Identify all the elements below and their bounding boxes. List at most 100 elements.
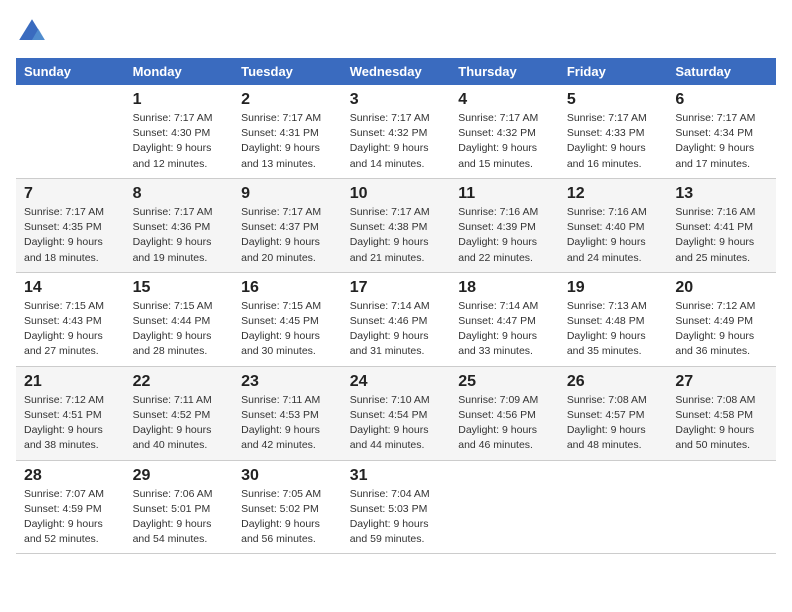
day-number: 18 [458, 279, 551, 297]
week-row-0: 1Sunrise: 7:17 AM Sunset: 4:30 PM Daylig… [16, 85, 776, 178]
day-number: 30 [241, 467, 334, 485]
day-info: Sunrise: 7:17 AM Sunset: 4:38 PM Dayligh… [350, 205, 443, 266]
day-info: Sunrise: 7:17 AM Sunset: 4:36 PM Dayligh… [133, 205, 226, 266]
day-cell: 27 Sunrise: 7:08 AM Sunset: 4:58 PM Dayli… [667, 366, 776, 460]
day-number: 20 [675, 279, 768, 297]
day-number: 21 [24, 373, 117, 391]
day-cell: 23 Sunrise: 7:11 AM Sunset: 4:53 PM Dayli… [233, 366, 342, 460]
day-number: 26 [567, 373, 660, 391]
day-info: Sunrise: 7:15 AM Sunset: 4:43 PM Dayligh… [24, 299, 117, 360]
day-cell: 17 Sunrise: 7:14 AM Sunset: 4:46 PM Dayli… [342, 272, 451, 366]
day-info: Sunrise: 7:05 AM Sunset: 5:02 PM Dayligh… [241, 487, 334, 548]
day-cell [16, 85, 125, 178]
day-cell [450, 460, 559, 554]
day-info: Sunrise: 7:15 AM Sunset: 4:45 PM Dayligh… [241, 299, 334, 360]
day-info: Sunrise: 7:11 AM Sunset: 4:53 PM Dayligh… [241, 393, 334, 454]
day-info: Sunrise: 7:10 AM Sunset: 4:54 PM Dayligh… [350, 393, 443, 454]
day-cell: 24Sunrise: 7:10 AM Sunset: 4:54 PM Dayli… [342, 366, 451, 460]
header-wednesday: Wednesday [342, 58, 451, 85]
day-number: 5 [567, 91, 660, 109]
day-cell: 28 Sunrise: 7:07 AM Sunset: 4:59 PM Dayli… [16, 460, 125, 554]
day-number: 15 [133, 279, 226, 297]
calendar-table: SundayMondayTuesdayWednesdayThursdayFrid… [16, 58, 776, 554]
day-number: 3 [350, 91, 443, 109]
day-cell [667, 460, 776, 554]
day-info: Sunrise: 7:17 AM Sunset: 4:33 PM Dayligh… [567, 111, 660, 172]
day-info: Sunrise: 7:15 AM Sunset: 4:44 PM Dayligh… [133, 299, 226, 360]
day-info: Sunrise: 7:16 AM Sunset: 4:39 PM Dayligh… [458, 205, 551, 266]
day-cell: 5 Sunrise: 7:17 AM Sunset: 4:33 PM Daylig… [559, 85, 668, 178]
day-cell: 3 Sunrise: 7:17 AM Sunset: 4:32 PM Daylig… [342, 85, 451, 178]
day-cell: 12 Sunrise: 7:16 AM Sunset: 4:40 PM Dayli… [559, 178, 668, 272]
day-info: Sunrise: 7:17 AM Sunset: 4:32 PM Dayligh… [458, 111, 551, 172]
day-cell: 22Sunrise: 7:11 AM Sunset: 4:52 PM Dayli… [125, 366, 234, 460]
day-cell: 14Sunrise: 7:15 AM Sunset: 4:43 PM Dayli… [16, 272, 125, 366]
day-number: 31 [350, 467, 443, 485]
day-cell: 29 Sunrise: 7:06 AM Sunset: 5:01 PM Dayli… [125, 460, 234, 554]
day-info: Sunrise: 7:08 AM Sunset: 4:57 PM Dayligh… [567, 393, 660, 454]
day-info: Sunrise: 7:09 AM Sunset: 4:56 PM Dayligh… [458, 393, 551, 454]
day-cell: 25 Sunrise: 7:09 AM Sunset: 4:56 PM Dayli… [450, 366, 559, 460]
day-number: 27 [675, 373, 768, 391]
day-number: 10 [350, 185, 443, 203]
day-cell: 13 Sunrise: 7:16 AM Sunset: 4:41 PM Dayli… [667, 178, 776, 272]
day-number: 13 [675, 185, 768, 203]
day-cell: 16Sunrise: 7:15 AM Sunset: 4:45 PM Dayli… [233, 272, 342, 366]
day-number: 25 [458, 373, 551, 391]
week-row-2: 14Sunrise: 7:15 AM Sunset: 4:43 PM Dayli… [16, 272, 776, 366]
day-info: Sunrise: 7:17 AM Sunset: 4:37 PM Dayligh… [241, 205, 334, 266]
logo-icon [16, 16, 48, 48]
week-row-1: 7Sunrise: 7:17 AM Sunset: 4:35 PM Daylig… [16, 178, 776, 272]
day-number: 9 [241, 185, 334, 203]
day-cell: 20 Sunrise: 7:12 AM Sunset: 4:49 PM Dayli… [667, 272, 776, 366]
day-number: 29 [133, 467, 226, 485]
day-cell: 1Sunrise: 7:17 AM Sunset: 4:30 PM Daylig… [125, 85, 234, 178]
day-info: Sunrise: 7:17 AM Sunset: 4:32 PM Dayligh… [350, 111, 443, 172]
week-row-4: 28 Sunrise: 7:07 AM Sunset: 4:59 PM Dayli… [16, 460, 776, 554]
day-info: Sunrise: 7:12 AM Sunset: 4:49 PM Dayligh… [675, 299, 768, 360]
day-number: 7 [24, 185, 117, 203]
day-cell: 9 Sunrise: 7:17 AM Sunset: 4:37 PM Daylig… [233, 178, 342, 272]
day-number: 23 [241, 373, 334, 391]
header-saturday: Saturday [667, 58, 776, 85]
day-info: Sunrise: 7:17 AM Sunset: 4:34 PM Dayligh… [675, 111, 768, 172]
day-cell: 21 Sunrise: 7:12 AM Sunset: 4:51 PM Dayli… [16, 366, 125, 460]
day-info: Sunrise: 7:08 AM Sunset: 4:58 PM Dayligh… [675, 393, 768, 454]
header-sunday: Sunday [16, 58, 125, 85]
day-cell: 31 Sunrise: 7:04 AM Sunset: 5:03 PM Dayli… [342, 460, 451, 554]
day-info: Sunrise: 7:16 AM Sunset: 4:41 PM Dayligh… [675, 205, 768, 266]
day-number: 11 [458, 185, 551, 203]
day-number: 2 [241, 91, 334, 109]
day-info: Sunrise: 7:12 AM Sunset: 4:51 PM Dayligh… [24, 393, 117, 454]
day-info: Sunrise: 7:14 AM Sunset: 4:46 PM Dayligh… [350, 299, 443, 360]
day-cell: 8 Sunrise: 7:17 AM Sunset: 4:36 PM Daylig… [125, 178, 234, 272]
day-cell: 10 Sunrise: 7:17 AM Sunset: 4:38 PM Dayli… [342, 178, 451, 272]
header-thursday: Thursday [450, 58, 559, 85]
day-info: Sunrise: 7:17 AM Sunset: 4:31 PM Dayligh… [241, 111, 334, 172]
day-cell: 30 Sunrise: 7:05 AM Sunset: 5:02 PM Dayli… [233, 460, 342, 554]
day-number: 1 [133, 91, 226, 109]
day-number: 8 [133, 185, 226, 203]
header-monday: Monday [125, 58, 234, 85]
logo [16, 16, 52, 48]
day-number: 19 [567, 279, 660, 297]
day-cell: 4 Sunrise: 7:17 AM Sunset: 4:32 PM Daylig… [450, 85, 559, 178]
day-cell: 18 Sunrise: 7:14 AM Sunset: 4:47 PM Dayli… [450, 272, 559, 366]
day-info: Sunrise: 7:14 AM Sunset: 4:47 PM Dayligh… [458, 299, 551, 360]
day-info: Sunrise: 7:06 AM Sunset: 5:01 PM Dayligh… [133, 487, 226, 548]
day-number: 28 [24, 467, 117, 485]
day-cell: 19 Sunrise: 7:13 AM Sunset: 4:48 PM Dayli… [559, 272, 668, 366]
day-info: Sunrise: 7:04 AM Sunset: 5:03 PM Dayligh… [350, 487, 443, 548]
day-cell [559, 460, 668, 554]
day-number: 17 [350, 279, 443, 297]
day-number: 4 [458, 91, 551, 109]
day-info: Sunrise: 7:07 AM Sunset: 4:59 PM Dayligh… [24, 487, 117, 548]
day-info: Sunrise: 7:13 AM Sunset: 4:48 PM Dayligh… [567, 299, 660, 360]
day-cell: 7Sunrise: 7:17 AM Sunset: 4:35 PM Daylig… [16, 178, 125, 272]
day-cell: 26 Sunrise: 7:08 AM Sunset: 4:57 PM Dayli… [559, 366, 668, 460]
day-number: 6 [675, 91, 768, 109]
header-tuesday: Tuesday [233, 58, 342, 85]
day-number: 12 [567, 185, 660, 203]
day-info: Sunrise: 7:16 AM Sunset: 4:40 PM Dayligh… [567, 205, 660, 266]
day-info: Sunrise: 7:11 AM Sunset: 4:52 PM Dayligh… [133, 393, 226, 454]
